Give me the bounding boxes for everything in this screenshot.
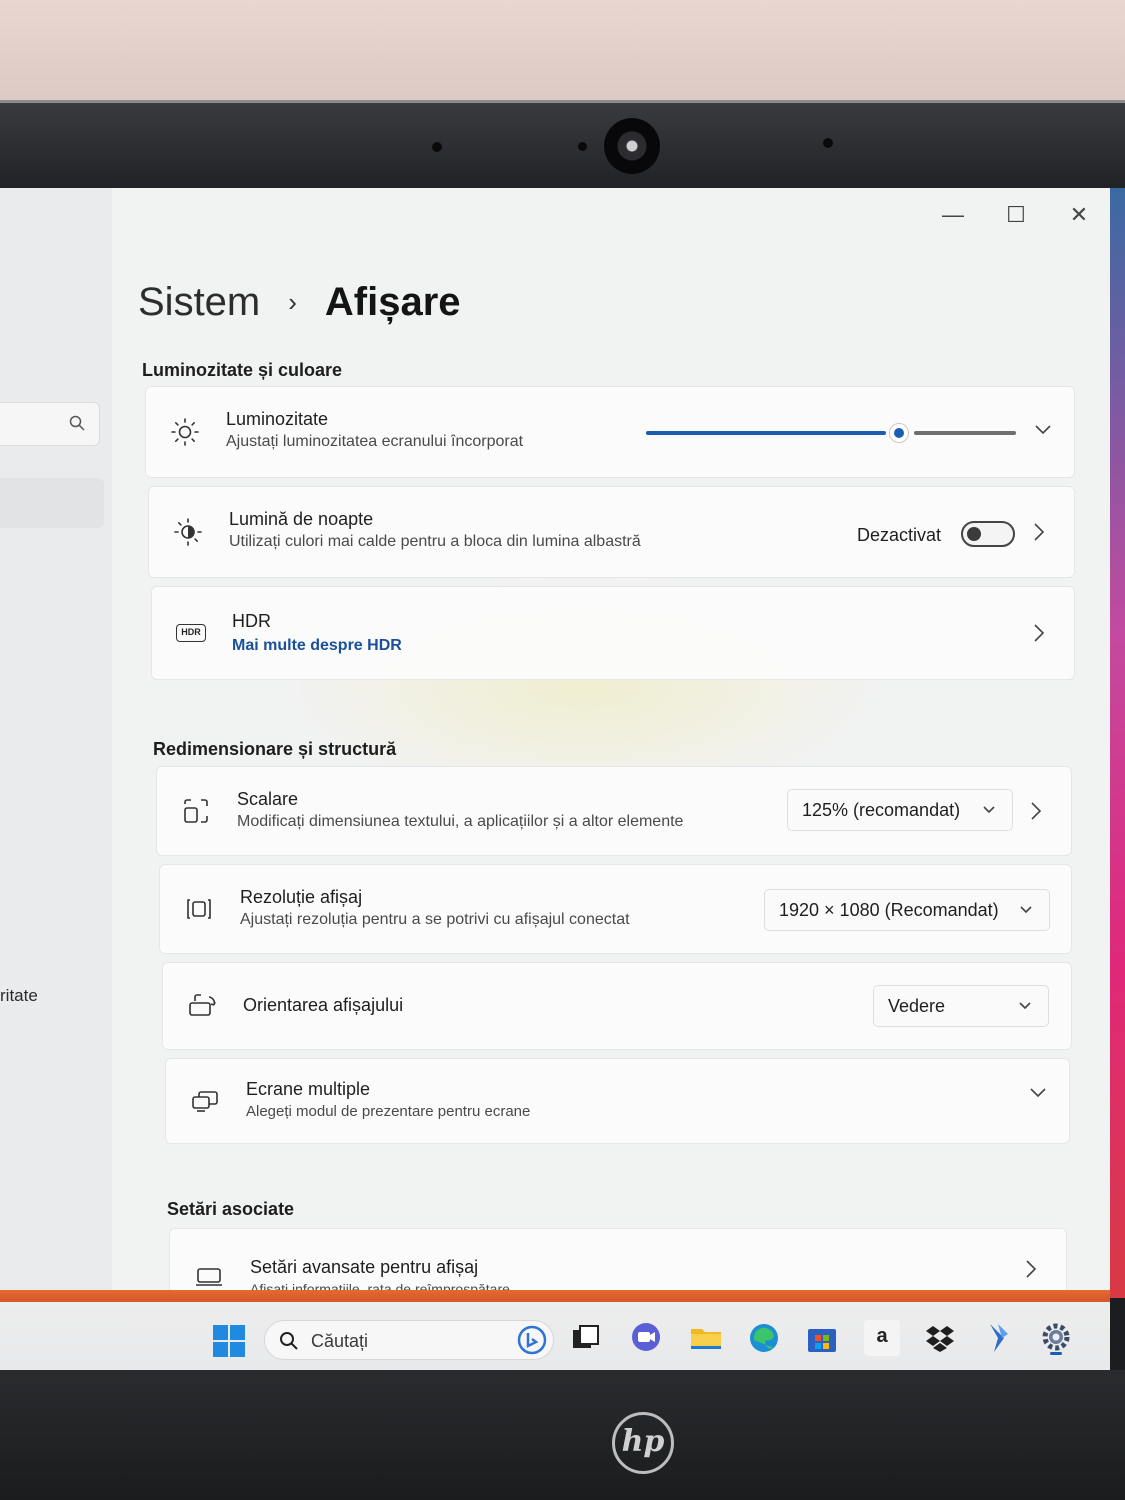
multiple-displays-icon (192, 1091, 218, 1112)
multiple-displays-title: Ecrane multiple (246, 1079, 371, 1099)
brightness-icon (171, 418, 199, 446)
section-heading-scale-layout: Redimensionare și structură (153, 739, 397, 759)
close-button[interactable]: ✕ (1064, 202, 1094, 228)
bing-icon[interactable] (517, 1325, 547, 1355)
teams-chat-icon[interactable] (628, 1320, 664, 1356)
brightness-card[interactable]: Luminozitate Ajustați luminozitatea ecra… (145, 386, 1075, 478)
chevron-right-icon[interactable] (1032, 623, 1046, 643)
amazon-icon[interactable]: a (864, 1320, 900, 1356)
hp-logo: hp (612, 1412, 674, 1474)
multiple-displays-subtitle: Alegeți modul de prezentare pentru ecran… (246, 1103, 531, 1120)
maximize-button[interactable]: ☐ (1001, 202, 1031, 228)
laptop-bezel-bottom (0, 1370, 1125, 1500)
breadcrumb: Sistem › Afișare (138, 280, 461, 325)
brightness-slider-thumb[interactable] (889, 423, 909, 443)
resolution-dropdown-value: 1920 × 1080 (Recomandat) (779, 900, 999, 920)
brightness-slider-fill (646, 431, 886, 435)
scale-dropdown-value: 125% (recomandat) (802, 800, 961, 820)
microsoft-store-icon[interactable] (804, 1320, 840, 1356)
section-heading-related: Setări asociate (167, 1199, 295, 1219)
resolution-icon (187, 899, 211, 919)
night-light-state: Dezactivat (857, 525, 942, 545)
orientation-dropdown-value: Vedere (888, 996, 946, 1016)
chevron-down-icon (983, 806, 995, 814)
task-view-icon[interactable] (568, 1320, 604, 1356)
laptop-bezel-top (0, 100, 1125, 195)
file-explorer-icon[interactable] (688, 1320, 724, 1356)
sidebar-search-input[interactable] (0, 402, 100, 446)
orientation-icon (189, 994, 216, 1016)
search-icon (69, 415, 85, 431)
section-heading-brightness: Luminozitate și culoare (142, 360, 343, 380)
edge-browser-icon[interactable] (746, 1320, 782, 1356)
bezel-sensor (432, 142, 442, 152)
night-light-card[interactable]: Lumină de noapte Utilizați culori mai ca… (148, 486, 1075, 578)
taskbar-search-label: Căutați (311, 1331, 369, 1351)
sidebar-item-label[interactable]: ritate (0, 986, 38, 1006)
advanced-display-subtitle: Afișați informațiile, rata de reîmprospă… (250, 1281, 510, 1290)
settings-gear-icon[interactable] (1038, 1320, 1074, 1356)
scale-icon (184, 799, 208, 823)
sidebar-item-system[interactable] (0, 478, 104, 528)
night-light-title: Lumină de noapte (229, 509, 374, 529)
scale-dropdown[interactable]: 125% (recomandat) (787, 789, 1013, 831)
page-title: Afișare (324, 280, 461, 324)
hdr-learn-more-link[interactable]: Mai multe despre HDR (232, 637, 402, 655)
brightness-slider-track (914, 431, 1016, 435)
night-light-toggle[interactable] (961, 521, 1015, 547)
orientation-title: Orientarea afișajului (243, 995, 404, 1015)
chevron-down-icon (1019, 1002, 1031, 1010)
advanced-display-card[interactable]: Setări avansate pentru afișaj Afișați in… (169, 1228, 1067, 1290)
chevron-down-icon (1020, 906, 1032, 914)
multiple-displays-card[interactable]: Ecrane multiple Alegeți modul de prezent… (165, 1058, 1070, 1144)
sidebar: ritate (0, 188, 112, 1290)
scale-title: Scalare (237, 789, 299, 809)
chevron-right-icon[interactable] (1032, 522, 1046, 542)
night-light-icon (174, 518, 202, 546)
hdr-card[interactable]: HDR HDR Mai multe despre HDR (151, 586, 1075, 680)
chevron-down-icon[interactable] (1034, 424, 1052, 436)
background-wall (0, 0, 1125, 112)
power-automate-icon[interactable] (980, 1320, 1016, 1356)
scale-subtitle: Modificați dimensiunea textului, a aplic… (237, 813, 684, 830)
resolution-dropdown[interactable]: 1920 × 1080 (Recomandat) (764, 889, 1050, 931)
orientation-dropdown[interactable]: Vedere (873, 985, 1049, 1027)
bezel-sensor (823, 138, 833, 148)
taskbar-search-input[interactable]: Căutați (264, 1320, 554, 1360)
hdr-title: HDR (232, 611, 271, 631)
bezel-sensor (578, 142, 587, 151)
orientation-card[interactable]: Orientarea afișajului Vedere (162, 962, 1072, 1050)
dropbox-icon[interactable] (922, 1320, 958, 1356)
night-light-subtitle: Utilizați culori mai calde pentru a bloc… (229, 533, 641, 550)
resolution-card[interactable]: Rezoluție afișaj Ajustați rezoluția pent… (159, 864, 1072, 954)
brightness-title: Luminozitate (226, 409, 329, 429)
breadcrumb-system[interactable]: Sistem (138, 280, 260, 325)
taskbar: Căutați a (0, 1290, 1110, 1370)
scale-card[interactable]: Scalare Modificați dimensiunea textului,… (156, 766, 1072, 856)
chevron-right-icon[interactable] (1029, 801, 1043, 821)
chevron-right-icon: › (288, 287, 297, 317)
resolution-title: Rezoluție afișaj (240, 887, 363, 907)
search-icon (280, 1332, 298, 1350)
brightness-subtitle: Ajustați luminozitatea ecranului încorpo… (226, 433, 524, 450)
advanced-display-title: Setări avansate pentru afișaj (250, 1257, 479, 1277)
windows-start-icon[interactable] (212, 1324, 246, 1358)
hdr-icon: HDR (176, 624, 206, 642)
chevron-right-icon[interactable] (1024, 1259, 1038, 1279)
resolution-subtitle: Ajustați rezoluția pentru a se potrivi c… (240, 911, 630, 928)
toggle-knob (967, 527, 981, 541)
settings-window: ritate — ☐ ✕ Sistem › Afișare Luminozita… (0, 188, 1110, 1290)
display-icon (196, 1268, 222, 1286)
minimize-button[interactable]: — (938, 202, 968, 228)
chevron-down-icon[interactable] (1029, 1087, 1047, 1099)
webcam (604, 118, 660, 174)
